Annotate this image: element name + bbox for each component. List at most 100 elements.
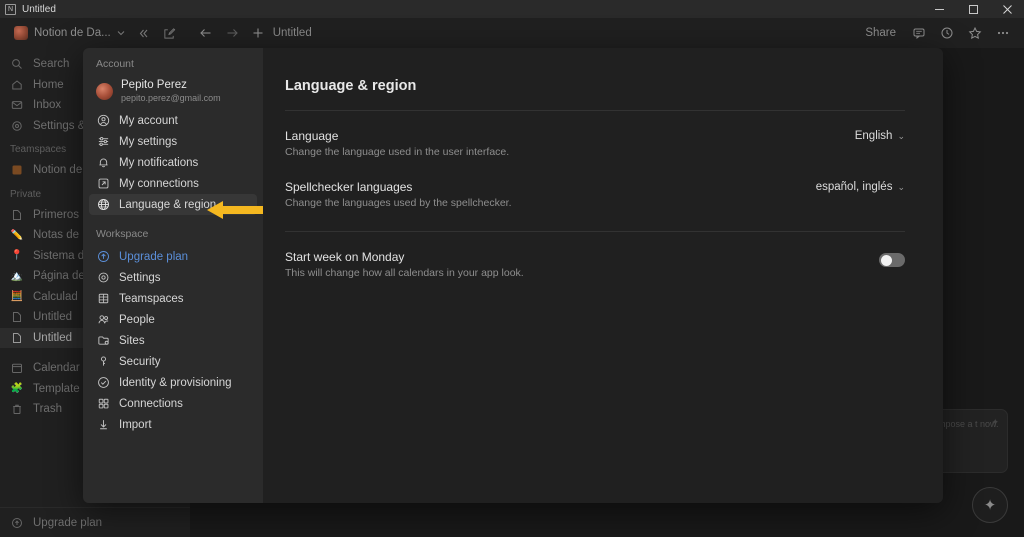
upgrade-icon [10, 516, 24, 530]
toolbar-actions: Share [857, 18, 1016, 48]
app-window: N Untitled Notion de Da... Untitled Shar… [0, 0, 1024, 537]
sidebar-item-label: Sistema d [33, 249, 85, 262]
sidebar-item-label: Notas de [33, 229, 80, 242]
chevron-down-icon [117, 31, 125, 36]
close-icon[interactable] [990, 0, 1024, 18]
divider [285, 110, 905, 111]
nav-item-security[interactable]: Security [89, 351, 257, 372]
upgrade-circle-icon [96, 250, 110, 264]
calendar-icon [10, 361, 24, 375]
nav-item-my-account[interactable]: My account [89, 110, 257, 131]
nav-item-label: Teamspaces [119, 292, 184, 305]
language-dropdown[interactable]: English ⌄ [855, 129, 905, 142]
person-circle-icon [96, 114, 110, 128]
star-icon[interactable] [962, 22, 988, 44]
trash-icon [10, 402, 24, 416]
clock-icon[interactable] [934, 22, 960, 44]
nav-item-my-settings[interactable]: My settings [89, 131, 257, 152]
sidebar-item-label: Trash [33, 403, 62, 416]
title-bar: N Untitled [0, 0, 1024, 18]
sidebar-item-label: Calendar [33, 362, 80, 375]
nav-item-label: Language & region [119, 198, 217, 211]
settings-modal: Account Pepito Perez pepito.perez@gmail.… [83, 48, 943, 503]
nav-item-teamspaces[interactable]: Teamspaces [89, 288, 257, 309]
nav-item-label: Settings [119, 271, 161, 284]
settings-section-account: Account [96, 58, 134, 70]
sidebar-item-label: Template [33, 382, 80, 395]
sparkle-icon: ✦ [983, 497, 997, 514]
window-title: Untitled [22, 3, 56, 15]
shield-check-icon [96, 376, 110, 390]
nav-item-label: Sites [119, 334, 145, 347]
ai-assistant-button[interactable]: ✦ [972, 487, 1008, 523]
sidebar-item-label: Primeros [33, 208, 80, 221]
settings-section-workspace: Workspace [96, 228, 149, 241]
avatar [96, 83, 113, 101]
setting-title: Start week on Monday [285, 250, 405, 264]
maximize-icon[interactable] [956, 0, 990, 18]
mountain-icon: 🏔️ [10, 270, 24, 282]
nav-item-settings[interactable]: Settings [89, 267, 257, 288]
setting-row-language: Language Change the language used in the… [285, 129, 905, 158]
sidebar-item-label: Untitled [33, 311, 72, 324]
download-icon [96, 418, 110, 432]
sidebar-item-label: Notion de [33, 164, 83, 177]
collapse-sidebar-icon[interactable] [131, 22, 157, 44]
spellchecker-dropdown[interactable]: español, inglés ⌄ [816, 180, 905, 193]
setting-row-start-week: Start week on Monday This will change ho… [285, 250, 905, 279]
settings-nav: Account Pepito Perez pepito.perez@gmail.… [83, 48, 263, 503]
settings-content: Language & region Language Change the la… [263, 48, 943, 503]
sidebar-item-label: Inbox [33, 99, 62, 112]
sidebar-item-label: Untitled [33, 331, 72, 344]
bell-icon [96, 156, 110, 170]
gear-icon [10, 119, 24, 133]
setting-description: This will change how all calendars in yo… [285, 267, 524, 279]
forward-arrow-icon[interactable] [219, 22, 245, 44]
workspace-switcher[interactable]: Notion de Da... [8, 23, 131, 43]
annotation-arrow [207, 201, 263, 219]
account-email: pepito.perez@gmail.com [121, 92, 221, 103]
more-horizontal-icon[interactable] [990, 22, 1016, 44]
nav-item-label: Identity & provisioning [119, 376, 232, 389]
share-button[interactable]: Share [857, 27, 904, 39]
nav-item-identity-provisioning[interactable]: Identity & provisioning [89, 372, 257, 393]
page-icon [10, 208, 24, 222]
new-page-icon[interactable] [157, 22, 183, 44]
sidebar-item-label: Home [33, 78, 64, 91]
account-name: Pepito Perez [121, 79, 187, 91]
nav-item-my-notifications[interactable]: My notifications [89, 152, 257, 173]
sidebar-item-label: Calculad [33, 290, 78, 303]
nav-item-label: Import [119, 418, 152, 431]
nav-item-label: My account [119, 114, 178, 127]
nav-item-upgrade-plan[interactable]: Upgrade plan [89, 246, 257, 267]
nav-item-label: Upgrade plan [119, 250, 189, 263]
active-tab-title[interactable]: Untitled [273, 27, 312, 39]
chevron-down-icon: ⌄ [897, 181, 905, 192]
nav-item-sites[interactable]: Sites [89, 330, 257, 351]
page-title: Language & region [285, 78, 417, 94]
back-arrow-icon[interactable] [193, 22, 219, 44]
sidebar-item-label: Página de [33, 270, 85, 283]
sidebar-upgrade-label: Upgrade plan [33, 516, 103, 529]
start-week-toggle[interactable] [879, 253, 905, 267]
page-icon [10, 310, 24, 324]
setting-description: Change the languages used by the spellch… [285, 197, 512, 209]
nav-item-label: Security [119, 355, 161, 368]
nav-item-label: People [119, 313, 155, 326]
sliders-icon [96, 135, 110, 149]
comment-icon[interactable] [906, 22, 932, 44]
nav-item-connections[interactable]: Connections [89, 393, 257, 414]
nav-item-my-connections[interactable]: My connections [89, 173, 257, 194]
setting-title: Spellchecker languages [285, 180, 413, 194]
orange-square-icon [10, 163, 24, 177]
minimize-icon[interactable] [922, 0, 956, 18]
nav-item-people[interactable]: People [89, 309, 257, 330]
sidebar-upgrade-plan[interactable]: Upgrade plan [0, 507, 190, 537]
account-profile[interactable]: Pepito Perez pepito.perez@gmail.com [83, 76, 263, 110]
plus-icon[interactable] [245, 22, 271, 44]
external-link-icon [96, 177, 110, 191]
setting-row-spellchecker: Spellchecker languages Change the langua… [285, 180, 905, 209]
gear-icon [96, 271, 110, 285]
nav-item-import[interactable]: Import [89, 414, 257, 435]
setting-title: Language [285, 129, 339, 143]
